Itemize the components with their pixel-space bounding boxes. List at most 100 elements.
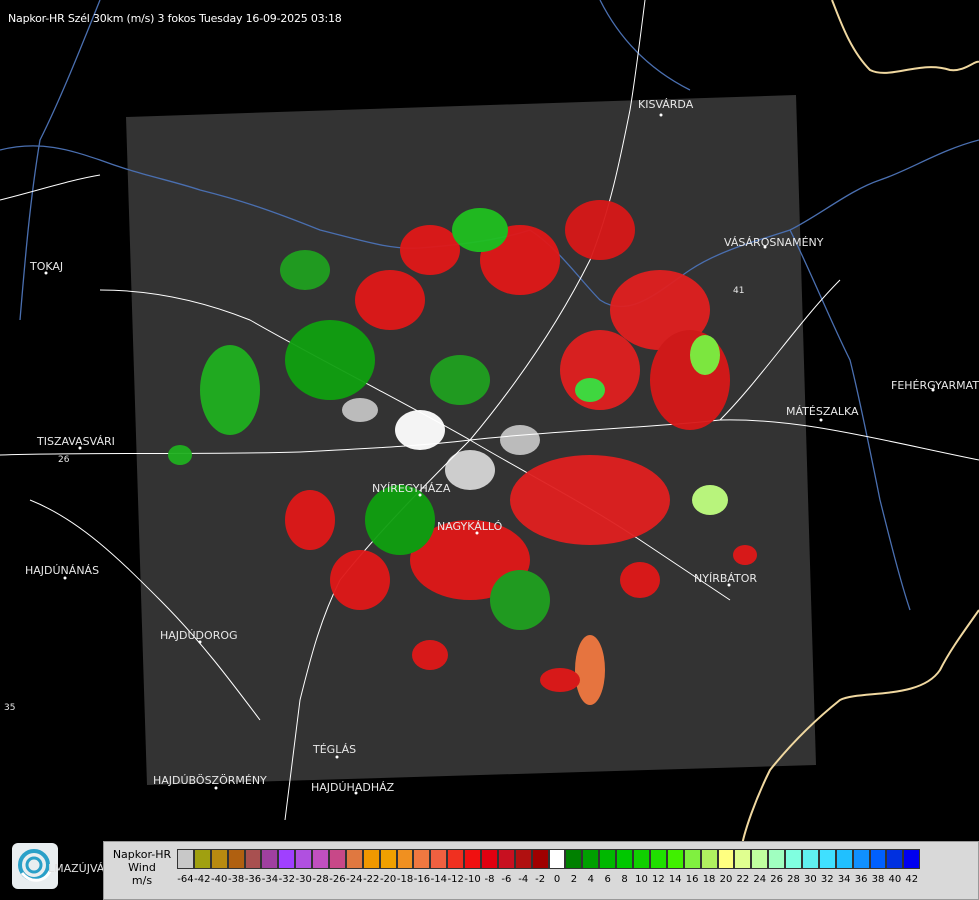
legend-swatch xyxy=(531,849,549,869)
radar-map: KISVÁRDA TOKAJ VÁSÁROSNAMÉNY FEHÉRGYARMA… xyxy=(0,0,979,846)
city-label-hajduhadhaz: HAJDÚHADHÁZ xyxy=(311,781,395,794)
legend-tick-label: -64 xyxy=(177,874,194,885)
legend-swatch xyxy=(869,849,887,869)
legend-tick-label: 42 xyxy=(905,874,919,885)
city-label-tiszavasvari: TISZAVASVÁRI xyxy=(36,435,115,448)
legend-tick-label: 26 xyxy=(770,874,783,885)
legend-tick-label: -30 xyxy=(295,874,312,885)
legend-tick-label: -18 xyxy=(396,874,414,885)
legend-tick-label: 16 xyxy=(685,874,699,885)
legend-tick-label: -14 xyxy=(430,874,447,885)
legend-swatch xyxy=(785,849,802,869)
legend-tick-label: 30 xyxy=(804,874,817,885)
legend-swatch xyxy=(278,849,296,869)
legend-swatch xyxy=(818,849,836,869)
legend-swatch xyxy=(717,849,735,869)
legend-title-line: Napkor-HR xyxy=(112,848,172,861)
city-label-nyiregyhaza: NYÍREGYHÁZA xyxy=(372,482,451,495)
legend-tick-label: 28 xyxy=(787,874,800,885)
legend-tick-label: -6 xyxy=(501,874,512,885)
legend-swatch xyxy=(430,849,448,869)
legend-tick-label: -36 xyxy=(244,874,262,885)
legend-tick-label: -24 xyxy=(346,874,363,885)
city-label-hajdunanas: HAJDÚNÁNÁS xyxy=(25,564,99,577)
legend-tick-label: -34 xyxy=(261,874,279,885)
legend-swatch xyxy=(683,849,701,869)
legend-swatch xyxy=(413,849,431,869)
legend-ticks: -64 -42 -40 -38 -36 -34 -32 -30 -28 -26 -24 -22 -20-… xyxy=(177,874,920,888)
road-number-41: 41 xyxy=(733,286,744,296)
legend-swatch xyxy=(599,849,617,869)
legend-tick-label: 0 xyxy=(553,874,561,885)
legend-tick-label: -42 xyxy=(194,874,211,885)
legend-tick-label: -20 xyxy=(379,874,397,885)
legend-swatch xyxy=(514,849,532,869)
legend-tick-label: -28 xyxy=(312,874,329,885)
legend-tick-label: 34 xyxy=(837,874,851,885)
legend-title-line: m/s xyxy=(131,874,153,887)
legend-tick-label: 20 xyxy=(719,874,733,885)
legend-swatch xyxy=(312,849,330,869)
legend-swatch xyxy=(835,849,853,869)
legend-tick-label: 6 xyxy=(604,874,611,885)
legend-swatch xyxy=(379,849,397,869)
legend-swatch xyxy=(295,849,313,869)
map-title: Napkor-HR Szél 30km (m/s) 3 fokos Tuesda… xyxy=(8,12,342,25)
legend-tick-label: 36 xyxy=(854,874,868,885)
road-number-26: 26 xyxy=(58,455,70,465)
legend-swatch xyxy=(734,849,752,869)
legend-title-line: Wind xyxy=(128,861,156,874)
legend-swatch xyxy=(903,849,921,869)
road-number-35: 35 xyxy=(4,703,15,713)
legend-swatch xyxy=(464,849,482,869)
legend-swatch xyxy=(582,849,600,869)
legend-tick-label: 10 xyxy=(635,874,648,885)
legend-title: Napkor-HR Wind m/s xyxy=(108,848,176,887)
legend-tick-label: -32 xyxy=(278,874,295,885)
legend-tick-label: 14 xyxy=(668,874,682,885)
city-label-nyirbator: NYÍRBÁTOR xyxy=(694,572,757,585)
legend-tick-label: 4 xyxy=(587,874,594,885)
legend-swatch xyxy=(329,849,346,869)
city-label-tokaj: TOKAJ xyxy=(29,260,63,273)
legend-swatch xyxy=(768,849,786,869)
city-label-kisvarda: KISVÁRDA xyxy=(638,98,694,111)
legend-tick-label: 18 xyxy=(702,874,716,885)
legend-swatch xyxy=(666,849,684,869)
legend-swatch xyxy=(362,849,380,869)
legend: Napkor-HR Wind m/s -64 -42 -40 -38 -36 -34 -32… xyxy=(103,841,979,900)
city-label-hajdudorog: HAJDÚDOROG xyxy=(160,629,238,642)
legend-swatch xyxy=(649,849,667,869)
legend-swatch xyxy=(227,849,245,869)
legend-tick-label: -10 xyxy=(464,874,481,885)
city-label-vasarosnameny: VÁSÁROSNAMÉNY xyxy=(724,236,824,249)
legend-swatch xyxy=(345,849,363,869)
legend-tick-label: 24 xyxy=(753,874,767,885)
legend-swatch xyxy=(801,849,819,869)
legend-tick-label: 38 xyxy=(871,874,885,885)
legend-tick-label: -2 xyxy=(535,874,546,885)
legend-tick-label: -12 xyxy=(447,874,464,885)
legend-tick-label: -26 xyxy=(329,874,346,885)
legend-swatch xyxy=(447,849,465,869)
legend-tick-label: -22 xyxy=(363,874,380,885)
legend-tick-label: 8 xyxy=(621,874,628,885)
legend-tick-label: -8 xyxy=(484,874,495,885)
legend-swatch xyxy=(751,849,769,869)
legend-swatch xyxy=(497,849,515,869)
legend-swatch xyxy=(852,849,870,869)
legend-swatch xyxy=(261,849,279,869)
legend-swatches xyxy=(177,849,921,869)
legend-tick-label: 2 xyxy=(570,874,578,885)
legend-tick-label: 22 xyxy=(736,874,750,885)
legend-swatch xyxy=(565,849,583,869)
legend-swatch xyxy=(210,849,228,869)
legend-tick-label: -38 xyxy=(227,874,245,885)
legend-tick-label: -4 xyxy=(518,874,529,885)
legend-swatch xyxy=(700,849,718,869)
city-label-teglas: TÉGLÁS xyxy=(312,743,356,756)
legend-tick-label: 32 xyxy=(820,874,834,885)
city-label-hajduboszormeny: HAJDÚBÖSZÖRMÉNY xyxy=(153,774,267,787)
legend-swatch xyxy=(616,849,634,869)
legend-swatch xyxy=(886,849,904,869)
